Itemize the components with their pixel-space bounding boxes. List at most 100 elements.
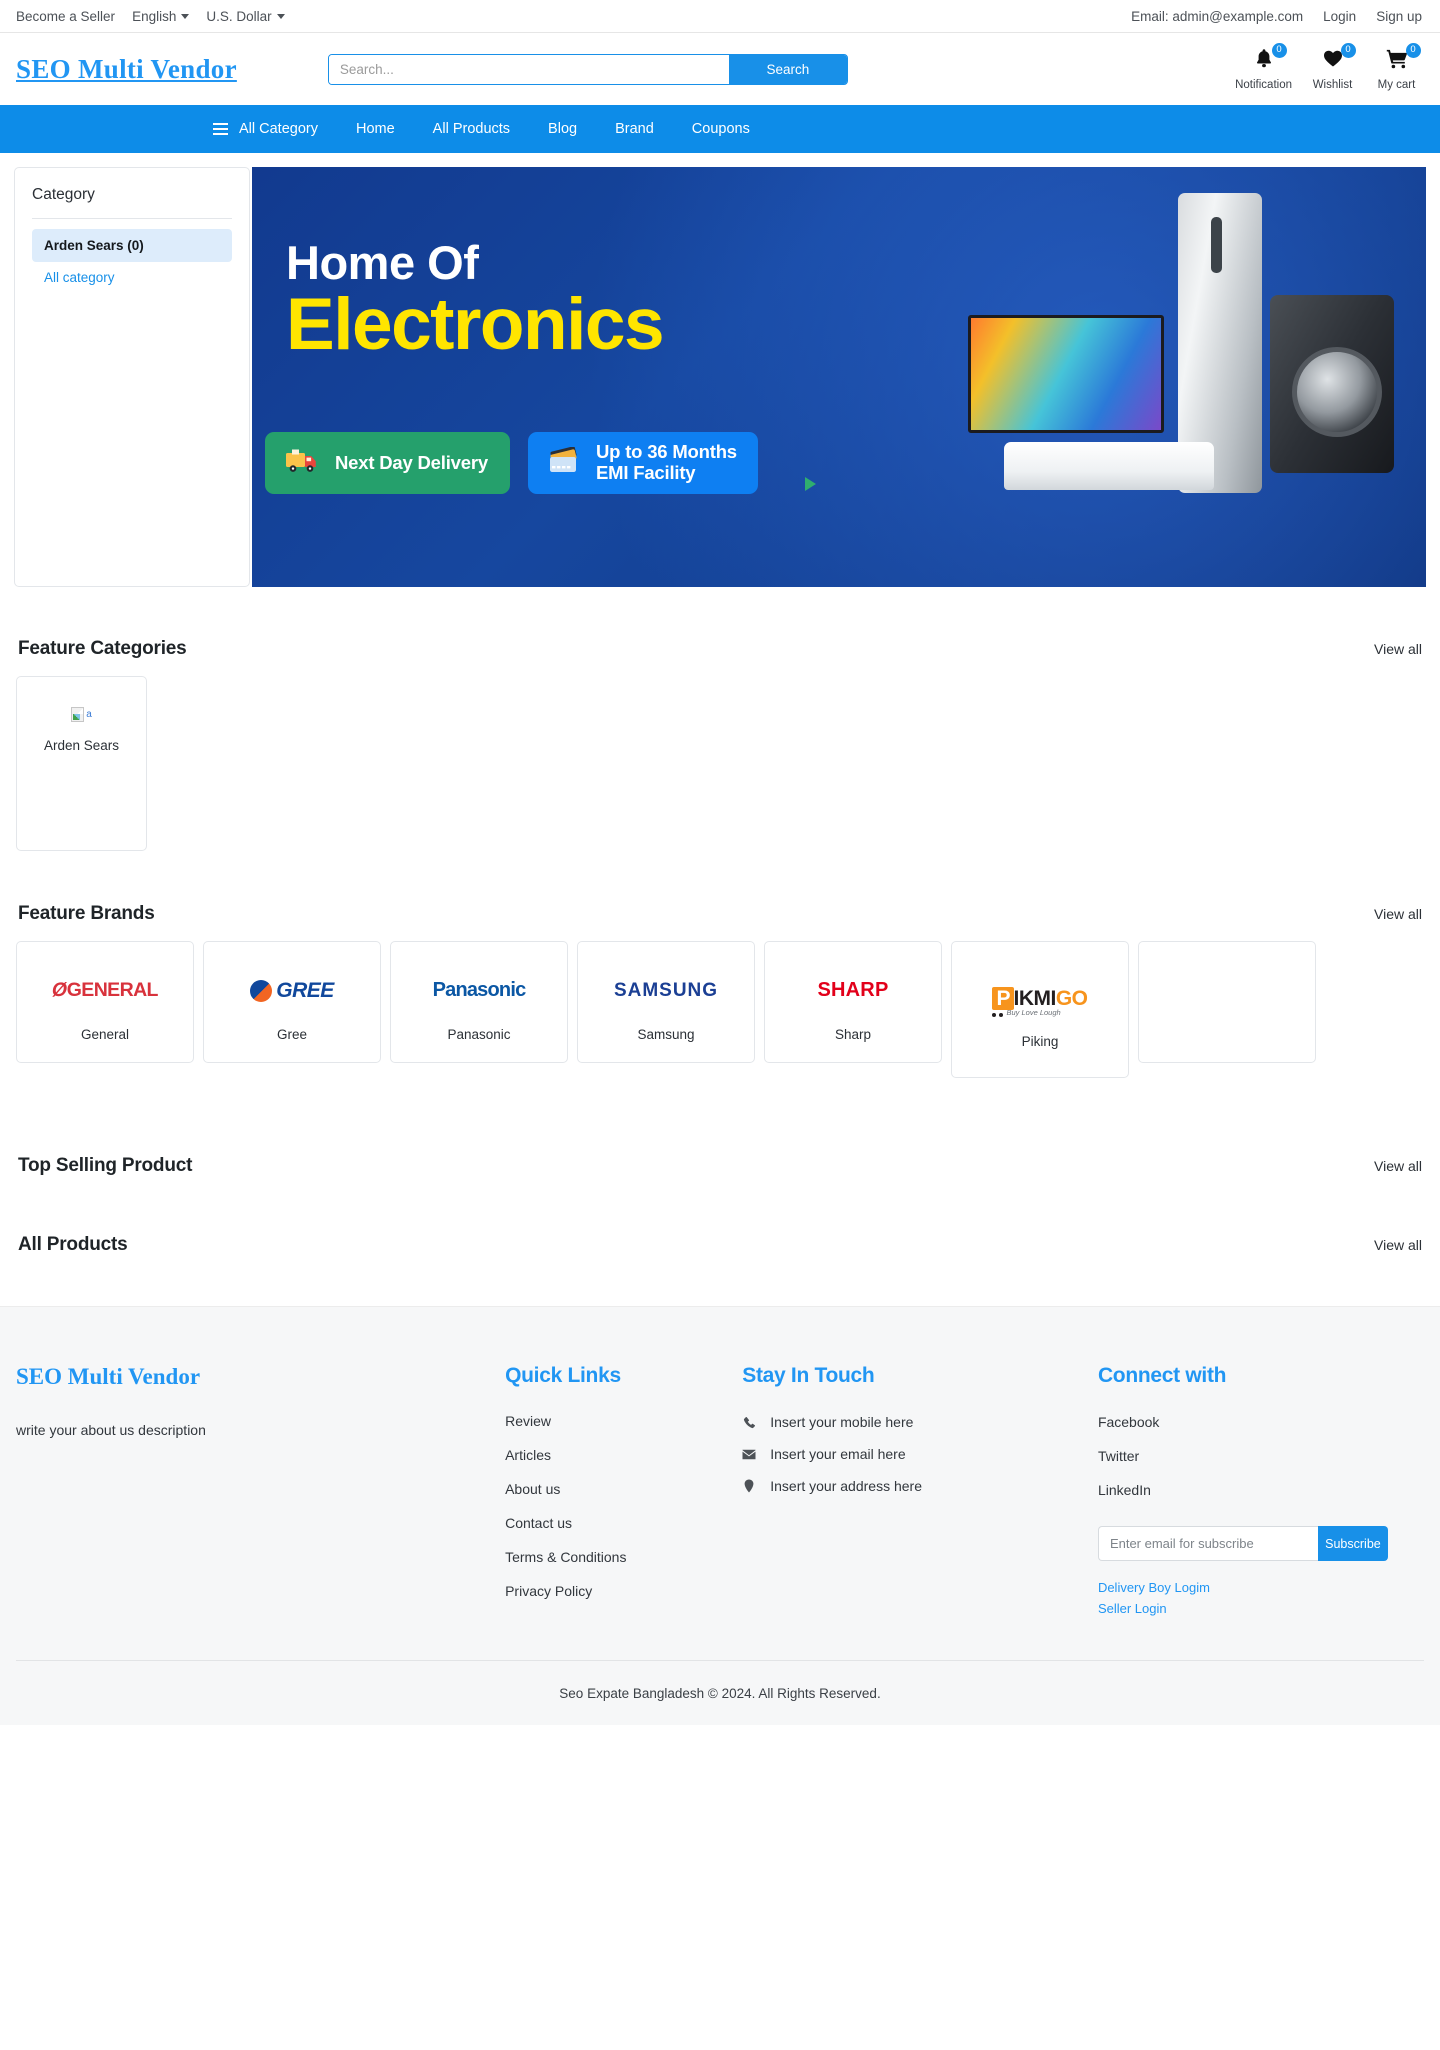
nav-all-category-label: All Category	[239, 121, 318, 137]
topbar-left-group: Become a Seller English U.S. Dollar	[16, 9, 285, 24]
footer-quick-links-list: Review Articles About us Contact us Term…	[505, 1413, 742, 1601]
footer-stay-in-touch-title: Stay In Touch	[742, 1364, 875, 1387]
subscribe-email-input[interactable]	[1097, 1526, 1318, 1561]
shopping-cart-icon: 0	[1386, 42, 1421, 75]
seller-login-link[interactable]: Seller Login	[1098, 1601, 1424, 1616]
quick-link-review[interactable]: Review	[505, 1413, 551, 1429]
hero-section: Category Arden Sears (0) All category Ho…	[0, 153, 1440, 587]
wishlist-label: Wishlist	[1312, 78, 1353, 91]
quick-link-terms[interactable]: Terms & Conditions	[505, 1549, 626, 1565]
nav-item-coupons[interactable]: Coupons	[673, 121, 769, 137]
feature-brands-title: Feature Brands	[18, 903, 155, 924]
feature-categories-title: Feature Categories	[18, 638, 187, 659]
top-selling-section: Top Selling Product View all	[0, 1155, 1440, 1177]
feature-category-card[interactable]: a Arden Sears	[16, 676, 147, 851]
list-item: Review	[505, 1413, 742, 1431]
emi-line1: Up to 36 Months	[596, 441, 737, 463]
all-products-view-all[interactable]: View all	[1374, 1237, 1422, 1253]
copyright-text: Seo Expate Bangladesh © 2024. All Rights…	[559, 1685, 881, 1701]
social-link-twitter[interactable]: Twitter	[1098, 1448, 1139, 1464]
feature-categories-view-all[interactable]: View all	[1374, 641, 1422, 657]
footer-about-column: SEO Multi Vendor write your about us des…	[16, 1364, 505, 1622]
quick-link-contact-us[interactable]: Contact us	[505, 1515, 572, 1531]
feature-category-name: Arden Sears	[43, 738, 120, 753]
credit-card-icon	[548, 445, 582, 480]
social-link-facebook[interactable]: Facebook	[1098, 1414, 1159, 1430]
subscribe-button[interactable]: Subscribe	[1317, 1526, 1388, 1561]
login-link[interactable]: Login	[1323, 9, 1356, 24]
brand-card-piking[interactable]: P IKMI GO Buy Love Lough Piking	[951, 941, 1129, 1078]
feature-brands-carousel[interactable]: ØGENERAL General GREE Gree Panasonic Pan…	[16, 941, 1424, 1078]
general-logo-text: GENERAL	[66, 979, 159, 1001]
brand-card-samsung[interactable]: SAMSUNG Samsung	[577, 941, 755, 1063]
signup-link[interactable]: Sign up	[1376, 9, 1422, 24]
wishlist-button[interactable]: 0 Wishlist	[1309, 42, 1356, 91]
footer-quick-links-title: Quick Links	[505, 1364, 621, 1387]
feature-category-image-alt: a	[86, 708, 92, 720]
envelope-icon	[742, 1449, 756, 1460]
feature-brands-section: Feature Brands View all ØGENERAL General…	[0, 903, 1440, 1078]
brand-card-sharp[interactable]: SHARP Sharp	[764, 941, 942, 1063]
become-a-seller-link[interactable]: Become a Seller	[16, 9, 115, 24]
search-bar: Search	[327, 53, 848, 85]
language-selector[interactable]: English	[132, 8, 190, 24]
currency-label: U.S. Dollar	[206, 8, 272, 24]
panasonic-logo-text: Panasonic	[432, 979, 527, 1001]
delivery-boy-login-link[interactable]: Delivery Boy Logim	[1098, 1580, 1424, 1595]
search-input[interactable]	[328, 54, 729, 84]
sidebar-item-all-category[interactable]: All category	[32, 262, 232, 293]
hero-carousel[interactable]: Home Of Electronics Next Day Delivery Up…	[252, 167, 1426, 587]
chevron-down-icon	[181, 14, 190, 20]
quick-link-privacy[interactable]: Privacy Policy	[505, 1583, 592, 1599]
brand-name-gree: Gree	[276, 1026, 307, 1042]
feature-brands-view-all[interactable]: View all	[1374, 906, 1422, 922]
emi-facility-badge: Up to 36 Months EMI Facility	[528, 432, 758, 494]
top-selling-view-all[interactable]: View all	[1374, 1158, 1422, 1174]
nav-items-group: All Category Home All Products Blog Bran…	[0, 121, 769, 137]
notification-button[interactable]: 0 Notification	[1235, 42, 1292, 91]
quick-link-articles[interactable]: Articles	[505, 1447, 551, 1463]
play-triangle-icon[interactable]	[805, 477, 816, 491]
quick-link-about-us[interactable]: About us	[505, 1481, 560, 1497]
footer-address-text: Insert your address here	[770, 1478, 922, 1494]
heart-icon: 0	[1323, 42, 1356, 75]
feature-categories-section: Feature Categories View all a Arden Sear…	[0, 638, 1440, 851]
emi-line2: EMI Facility	[596, 462, 696, 483]
nav-item-all-products[interactable]: All Products	[414, 121, 529, 137]
hero-headline-line1: Home Of	[286, 236, 479, 289]
top-utility-bar: Become a Seller English U.S. Dollar Emai…	[0, 0, 1440, 33]
bell-icon: 0	[1254, 42, 1287, 75]
top-selling-title: Top Selling Product	[18, 1155, 193, 1176]
sidebar-item-arden-sears[interactable]: Arden Sears (0)	[32, 229, 232, 262]
sharp-logo-text: SHARP	[817, 979, 889, 1001]
list-item: About us	[505, 1481, 742, 1499]
site-logo[interactable]: SEO Multi Vendor	[16, 54, 237, 85]
nav-item-brand[interactable]: Brand	[596, 121, 673, 137]
cart-button[interactable]: 0 My cart	[1373, 42, 1421, 91]
category-sidebar: Category Arden Sears (0) All category	[14, 167, 250, 587]
brand-card-general[interactable]: ØGENERAL General	[16, 941, 194, 1063]
currency-selector[interactable]: U.S. Dollar	[206, 8, 285, 24]
brand-card-gree[interactable]: GREE Gree	[203, 941, 381, 1063]
site-header: SEO Multi Vendor Search 0 Notification 0…	[0, 33, 1440, 105]
footer-bottom-bar: Seo Expate Bangladesh © 2024. All Rights…	[16, 1660, 1424, 1725]
footer-columns: SEO Multi Vendor write your about us des…	[16, 1364, 1424, 1622]
search-button[interactable]: Search	[728, 54, 847, 84]
brand-card-panasonic[interactable]: Panasonic Panasonic	[390, 941, 568, 1063]
notification-count-badge: 0	[1271, 42, 1287, 58]
feature-categories-grid: a Arden Sears	[16, 676, 1424, 851]
newsletter-subscribe-form: Subscribe	[1097, 1526, 1388, 1561]
delivery-truck-icon	[285, 447, 321, 479]
nav-all-category[interactable]: All Category	[194, 121, 337, 137]
nav-item-home[interactable]: Home	[337, 121, 414, 137]
header-icon-group: 0 Notification 0 Wishlist 0 My cart	[1235, 42, 1424, 91]
brand-card-partial-next[interactable]	[1138, 941, 1316, 1063]
language-label: English	[132, 8, 177, 24]
footer-social-list: Facebook Twitter LinkedIn	[1098, 1414, 1424, 1500]
feature-categories-header: Feature Categories View all	[16, 638, 1424, 660]
nav-item-blog[interactable]: Blog	[529, 121, 596, 137]
social-link-linkedin[interactable]: LinkedIn	[1098, 1482, 1151, 1498]
all-products-header: All Products View all	[16, 1234, 1424, 1256]
footer-quick-links-column: Quick Links Review Articles About us Con…	[505, 1364, 742, 1622]
air-conditioner-image	[1004, 442, 1214, 490]
